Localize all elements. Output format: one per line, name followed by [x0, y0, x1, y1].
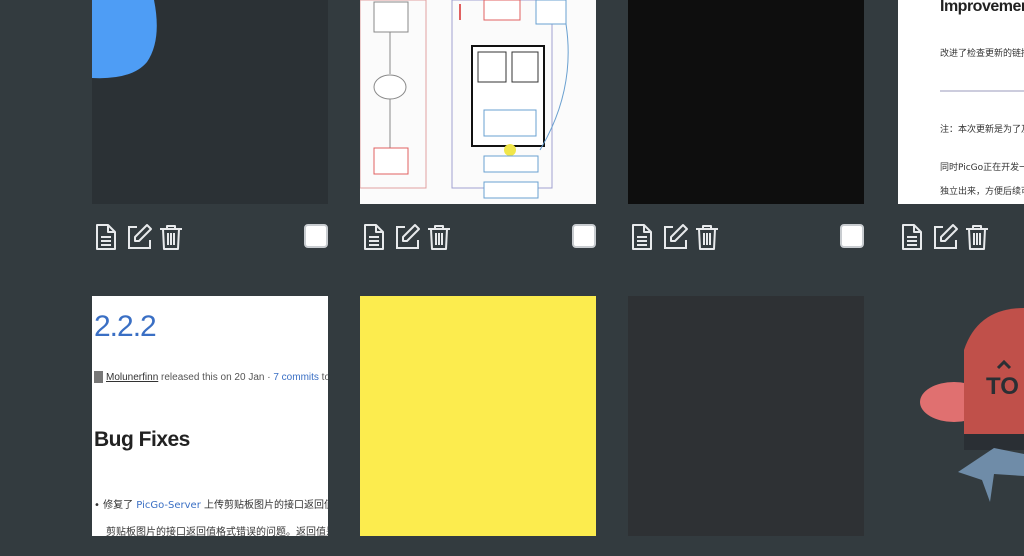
release-version: 2.2.2 [94, 310, 157, 343]
release-bullet-suffix: 上传剪贴板图片的接口返回值格式错误的问题。现在通过 PicG [203, 500, 328, 511]
release-bullet-line: 剪贴板图片的接口返回值格式错误的问题。返回值是： [106, 527, 328, 536]
trash-icon[interactable] [157, 223, 185, 251]
file-text-icon[interactable] [92, 223, 120, 251]
release-bullet-link: PicGo-Server [136, 500, 201, 511]
doc-divider [940, 90, 1024, 92]
trash-icon[interactable] [425, 223, 453, 251]
file-text-icon[interactable] [628, 223, 656, 251]
edit-icon[interactable] [661, 223, 689, 251]
image-thumbnail[interactable]: Improvements 改进了检查更新的链接与备用 注：本次更新是为了及时修复… [898, 0, 1024, 204]
doc-heading: Improvements [940, 0, 1024, 15]
release-meta-tail: to dev since this release [321, 372, 328, 383]
image-thumbnail[interactable] [628, 0, 864, 204]
release-commits-link: 7 commits [273, 372, 319, 383]
trash-icon[interactable] [693, 223, 721, 251]
image-thumbnail[interactable] [92, 0, 328, 204]
edit-icon[interactable] [393, 223, 421, 251]
select-checkbox[interactable] [572, 224, 596, 248]
image-toolbar [628, 220, 864, 254]
select-checkbox[interactable] [840, 224, 864, 248]
image-thumbnail[interactable]: TO [898, 296, 1024, 536]
trash-icon[interactable] [963, 223, 991, 251]
release-bullet: • 修复了 PicGo-Server 上传剪贴板图片的接口返回值格式错误的问题。… [94, 496, 328, 511]
image-toolbar [360, 220, 596, 254]
release-meta: Molunerfinn released this on 20 Jan · 7 … [94, 372, 328, 383]
blue-blob-image [92, 0, 157, 79]
flowchart-image [360, 0, 569, 199]
release-section-heading: Bug Fixes [94, 428, 190, 451]
doc-line: 同时PicGo正在开发一些新功能， [940, 163, 1024, 173]
mascot-hat-text: TO [986, 373, 1019, 400]
file-text-icon[interactable] [898, 223, 926, 251]
doc-line: 独立出来，方便后续可以实现自 [940, 187, 1024, 197]
release-meta-text: released this on 20 Jan · [158, 372, 274, 383]
release-bullet-prefix: • 修复了 [94, 500, 137, 511]
image-thumbnail[interactable] [360, 0, 596, 204]
image-gallery: Improvements 改进了检查更新的链接与备用 注：本次更新是为了及时修复… [0, 0, 1024, 556]
image-toolbar [92, 220, 328, 254]
doc-line: 改进了检查更新的链接与备用 [940, 49, 1024, 59]
image-thumbnail[interactable] [360, 296, 596, 536]
image-thumbnail[interactable]: 2.2.2 Molunerfinn released this on 20 Ja… [92, 296, 328, 536]
release-author: Molunerfinn [94, 372, 158, 383]
edit-icon[interactable] [125, 223, 153, 251]
select-checkbox[interactable] [304, 224, 328, 248]
doc-line: 注：本次更新是为了及时修复Serv [940, 125, 1024, 135]
image-thumbnail[interactable] [628, 296, 864, 536]
file-text-icon[interactable] [360, 223, 388, 251]
mascot-image: TO [920, 308, 1024, 502]
image-toolbar [898, 220, 1024, 254]
edit-icon[interactable] [931, 223, 959, 251]
